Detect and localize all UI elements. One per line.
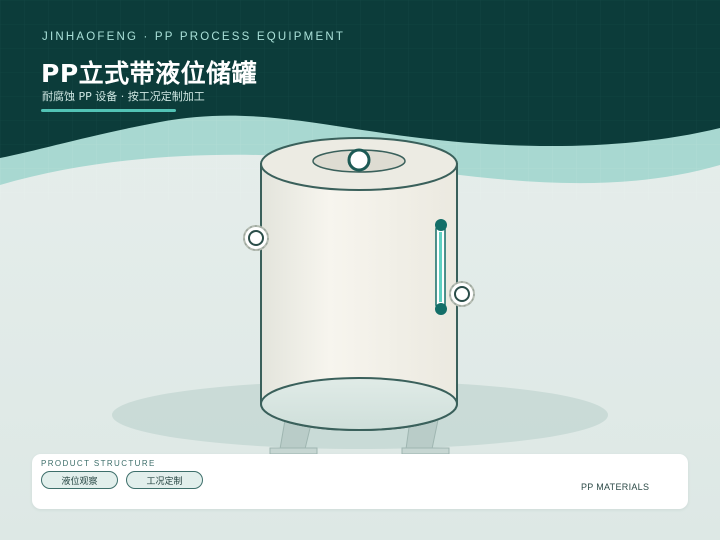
- tag-custom-conditions[interactable]: 工况定制: [126, 471, 203, 489]
- nozzle-flange-icon: [347, 148, 371, 172]
- tank-bottom-head: [260, 377, 458, 431]
- nozzle-flange-icon: [449, 281, 475, 307]
- materials-label: PP MATERIALS: [581, 482, 650, 492]
- product-structure-panel: PRODUCT STRUCTURE 液位观察 工况定制 PP MATERIALS: [32, 454, 688, 509]
- panel-section-label: PRODUCT STRUCTURE: [41, 459, 156, 468]
- tag-level-observation[interactable]: 液位观察: [41, 471, 118, 489]
- nozzle-flange-icon: [243, 225, 269, 251]
- level-gauge: [435, 219, 447, 315]
